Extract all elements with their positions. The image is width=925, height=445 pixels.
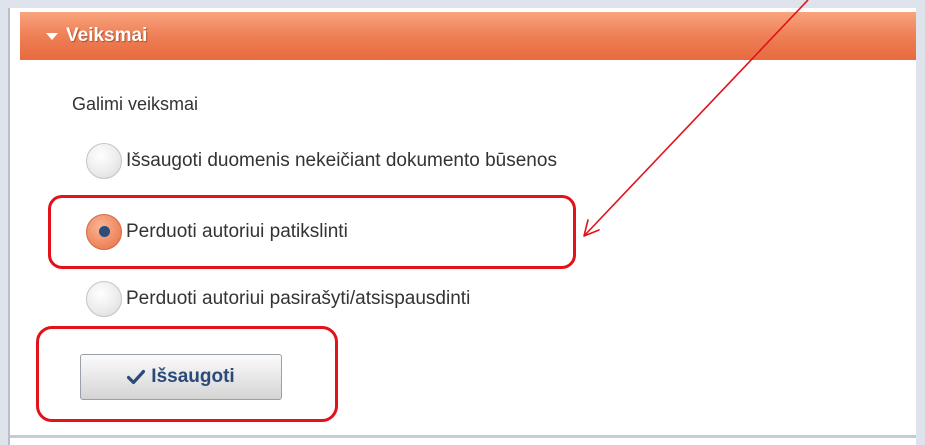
panel-title: Veiksmai: [66, 25, 148, 46]
radio-selected-dot: [99, 226, 110, 237]
collapse-triangle-icon[interactable]: [46, 32, 58, 40]
radio-button[interactable]: [86, 143, 122, 179]
radio-button-selected[interactable]: [86, 214, 122, 250]
check-icon: [127, 369, 146, 385]
radio-label: Perduoti autoriui patikslinti: [126, 221, 348, 242]
left-rail-divider: [8, 8, 10, 445]
panel-header-veiksmai[interactable]: Veiksmai: [20, 12, 916, 60]
left-rail: [0, 8, 8, 445]
save-button[interactable]: Išsaugoti: [80, 354, 282, 400]
radio-label: Išsaugoti duomenis nekeičiant dokumento …: [126, 150, 557, 171]
section-label: Galimi veiksmai: [72, 94, 199, 114]
radio-label: Perduoti autoriui pasirašyti/atsispausdi…: [126, 288, 471, 309]
page-top-strip: [0, 0, 925, 8]
save-button-label: Išsaugoti: [151, 366, 235, 387]
radio-option-save-without-status[interactable]: Išsaugoti duomenis nekeičiant dokumento …: [86, 143, 557, 179]
radio-option-return-to-author[interactable]: Perduoti autoriui patikslinti: [86, 214, 348, 250]
right-rail: [916, 8, 925, 445]
radio-button[interactable]: [86, 281, 122, 317]
radio-option-author-sign-print[interactable]: Perduoti autoriui pasirašyti/atsispausdi…: [86, 281, 471, 317]
panel-bottom-border: [10, 435, 916, 438]
